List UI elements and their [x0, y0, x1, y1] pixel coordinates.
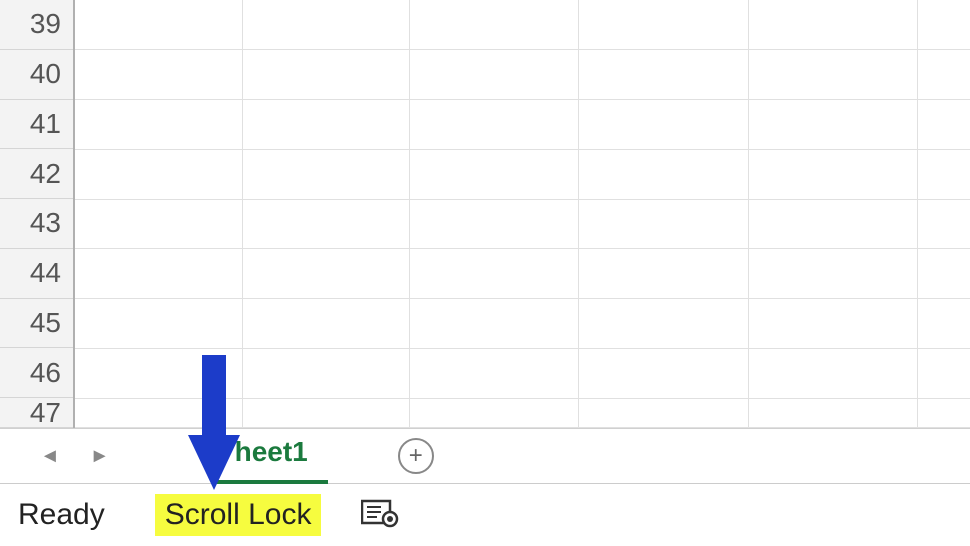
cell[interactable] [75, 200, 243, 249]
status-bar: Ready Scroll Lock [0, 484, 970, 546]
cell[interactable] [410, 150, 579, 199]
cell[interactable] [243, 249, 410, 298]
cell[interactable] [410, 399, 579, 427]
cell[interactable] [75, 349, 243, 398]
spreadsheet-grid[interactable]: 39 40 41 42 43 44 45 46 47 [0, 0, 970, 429]
cell[interactable] [410, 349, 579, 398]
cell[interactable] [579, 150, 749, 199]
sheet-tab-active[interactable]: heet1 [215, 429, 328, 484]
status-ready-label: Ready [18, 498, 105, 532]
cell[interactable] [243, 0, 410, 49]
cell[interactable] [579, 249, 749, 298]
cell[interactable] [410, 249, 579, 298]
cell[interactable] [75, 299, 243, 348]
tab-nav-next-icon[interactable]: ► [90, 445, 110, 468]
cell[interactable] [75, 249, 243, 298]
cell[interactable] [410, 100, 579, 149]
cell[interactable] [749, 399, 918, 427]
cell[interactable] [918, 299, 970, 348]
cell[interactable] [410, 50, 579, 99]
row-header[interactable]: 45 [0, 299, 73, 349]
add-sheet-button[interactable]: + [398, 438, 434, 474]
cell[interactable] [749, 50, 918, 99]
cell[interactable] [579, 299, 749, 348]
cell[interactable] [243, 349, 410, 398]
row-header[interactable]: 42 [0, 149, 73, 199]
cell[interactable] [243, 100, 410, 149]
cell[interactable] [918, 399, 970, 427]
cell[interactable] [579, 100, 749, 149]
cell[interactable] [918, 200, 970, 249]
row-headers-column: 39 40 41 42 43 44 45 46 47 [0, 0, 75, 428]
cell[interactable] [749, 0, 918, 49]
plus-icon: + [409, 444, 423, 468]
cell[interactable] [410, 0, 579, 49]
cell[interactable] [918, 249, 970, 298]
cells-area[interactable] [75, 0, 970, 428]
cell[interactable] [749, 249, 918, 298]
row-header[interactable]: 47 [0, 398, 73, 428]
cell[interactable] [75, 399, 243, 427]
cell[interactable] [918, 349, 970, 398]
cell[interactable] [749, 200, 918, 249]
cell[interactable] [243, 150, 410, 199]
cell[interactable] [918, 150, 970, 199]
cell[interactable] [243, 299, 410, 348]
row-header[interactable]: 46 [0, 348, 73, 398]
cell[interactable] [579, 0, 749, 49]
cell[interactable] [749, 299, 918, 348]
cell[interactable] [75, 50, 243, 99]
cell[interactable] [410, 299, 579, 348]
cell[interactable] [579, 50, 749, 99]
row-header[interactable]: 40 [0, 50, 73, 100]
cell[interactable] [579, 349, 749, 398]
cell[interactable] [918, 100, 970, 149]
cell[interactable] [243, 200, 410, 249]
cell[interactable] [75, 0, 243, 49]
status-scroll-lock-label: Scroll Lock [155, 494, 322, 536]
row-header[interactable]: 44 [0, 249, 73, 299]
row-header[interactable]: 43 [0, 199, 73, 249]
cell[interactable] [749, 100, 918, 149]
tab-nav-prev-icon[interactable]: ◄ [40, 445, 60, 468]
cell[interactable] [579, 200, 749, 249]
cell[interactable] [749, 150, 918, 199]
cell[interactable] [243, 399, 410, 427]
cell[interactable] [75, 100, 243, 149]
cell[interactable] [410, 200, 579, 249]
cell[interactable] [75, 150, 243, 199]
cell[interactable] [749, 349, 918, 398]
cell[interactable] [918, 0, 970, 49]
row-header[interactable]: 41 [0, 100, 73, 150]
cell[interactable] [579, 399, 749, 427]
macro-record-icon[interactable] [361, 497, 399, 534]
row-header[interactable]: 39 [0, 0, 73, 50]
cell[interactable] [243, 50, 410, 99]
sheet-tab-bar: ◄ ► heet1 + [0, 429, 970, 484]
cell[interactable] [918, 50, 970, 99]
